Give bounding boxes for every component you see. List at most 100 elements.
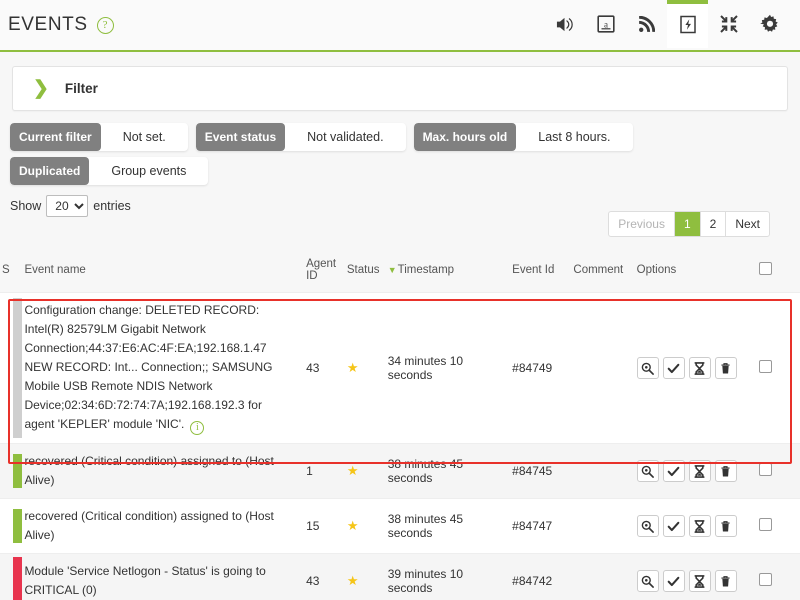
cell-select [757, 553, 800, 600]
cell-agent-id: 15 [304, 498, 345, 554]
cell-severity [0, 553, 23, 600]
magnifier-icon[interactable] [636, 570, 659, 592]
cell-timestamp: 34 minutes 10 seconds [385, 292, 511, 444]
cell-agent-id: 1 [304, 443, 345, 499]
trash-icon[interactable] [714, 570, 737, 592]
severity-bar [13, 298, 22, 438]
pill-key: Current filter [10, 123, 101, 151]
trash-icon[interactable] [714, 515, 737, 537]
pagination-page-1[interactable]: 1 [674, 212, 701, 236]
pagination-page-2[interactable]: 2 [701, 212, 727, 236]
table-row[interactable]: recovered (Critical condition) assigned … [0, 498, 800, 554]
question-circle-icon[interactable]: ? [96, 17, 114, 34]
hourglass-icon[interactable] [688, 460, 711, 482]
hourglass-icon[interactable] [688, 570, 711, 592]
lightning-bolt-icon[interactable] [667, 0, 708, 48]
row-checkbox[interactable] [759, 463, 773, 476]
th-severity[interactable]: S [0, 252, 22, 293]
cell-options [634, 292, 758, 444]
row-checkbox[interactable] [759, 360, 773, 373]
hourglass-icon[interactable] [688, 357, 711, 379]
trash-icon[interactable] [714, 460, 737, 482]
th-timestamp-label: Timestamp [397, 264, 455, 276]
collapse-arrows-icon[interactable] [708, 0, 749, 48]
cell-event-name: Module 'Service Netlogon - Status' is go… [22, 553, 305, 600]
magnifier-icon[interactable] [636, 460, 659, 482]
cell-event-name: recovered (Critical condition) assigned … [22, 498, 305, 554]
star-icon: ★ [346, 360, 359, 375]
check-icon[interactable] [662, 460, 685, 482]
cell-select [757, 292, 800, 444]
cell-timestamp: 38 minutes 45 seconds [385, 443, 511, 499]
header-icon-bar: a [544, 0, 790, 48]
table-header-row: S Event name Agent ID Status ▼Timestamp … [0, 252, 800, 293]
hourglass-icon[interactable] [688, 515, 711, 537]
page-header: EVENTS ? a [0, 0, 800, 52]
th-event-name[interactable]: Event name [22, 252, 304, 293]
row-checkbox[interactable] [759, 573, 773, 586]
severity-bar [13, 509, 22, 543]
th-event-id[interactable]: Event Id [510, 252, 571, 293]
screenshot-icon[interactable]: a [585, 0, 626, 48]
event-name-text: Configuration change: DELETED RECORD: In… [24, 303, 273, 431]
table-row[interactable]: Configuration change: DELETED RECORD: In… [0, 292, 800, 444]
th-comment[interactable]: Comment [571, 252, 634, 293]
th-status[interactable]: Status [345, 252, 386, 293]
cell-severity [0, 443, 23, 499]
select-all-checkbox[interactable] [759, 262, 773, 275]
th-select-all [757, 252, 800, 293]
th-timestamp[interactable]: ▼Timestamp [386, 252, 510, 293]
cell-options [634, 443, 758, 499]
cell-agent-id: 43 [304, 292, 345, 444]
trash-icon[interactable] [714, 357, 737, 379]
cell-event-id: #84745 [510, 443, 572, 499]
pill-value: Group events [111, 164, 187, 178]
cell-event-id: #84742 [510, 553, 572, 600]
cell-comment [571, 553, 635, 600]
events-page: EVENTS ? a ❯ Filter Current filter Not s… [0, 0, 800, 600]
filter-pills: Current filter Not set. Event status Not… [10, 123, 790, 191]
pill-duplicated[interactable]: Duplicated Group events [10, 157, 209, 185]
row-checkbox[interactable] [759, 518, 773, 531]
th-agent-id[interactable]: Agent ID [304, 252, 345, 293]
check-icon[interactable] [662, 357, 685, 379]
cell-timestamp: 39 minutes 10 seconds [385, 553, 511, 600]
entries-select[interactable]: 20 [46, 195, 89, 217]
severity-bar [13, 454, 22, 488]
pill-current-filter[interactable]: Current filter Not set. [10, 123, 188, 151]
pill-event-status[interactable]: Event status Not validated. [195, 123, 406, 151]
gear-settings-icon[interactable] [749, 0, 790, 48]
cell-event-name: recovered (Critical condition) assigned … [22, 443, 305, 499]
table-row[interactable]: Module 'Service Netlogon - Status' is go… [0, 553, 800, 600]
sort-desc-icon: ▼ [387, 265, 397, 275]
pill-value: Last 8 hours. [538, 130, 611, 144]
filter-panel[interactable]: ❯ Filter [12, 66, 788, 111]
entries-label: entries [93, 199, 131, 213]
pill-value: Not validated. [307, 130, 384, 144]
chevron-right-icon[interactable]: ❯ [33, 79, 49, 98]
svg-text:a: a [604, 20, 608, 30]
magnifier-icon[interactable] [636, 515, 659, 537]
cell-select [757, 498, 800, 554]
cell-select [757, 443, 800, 499]
pagination-next[interactable]: Next [726, 212, 769, 236]
table-row[interactable]: recovered (Critical condition) assigned … [0, 443, 800, 499]
events-table: S Event name Agent ID Status ▼Timestamp … [0, 252, 800, 600]
pill-key: Event status [195, 123, 286, 151]
check-icon[interactable] [662, 515, 685, 537]
star-icon: ★ [346, 518, 359, 533]
pill-max-hours-old[interactable]: Max. hours old Last 8 hours. [413, 123, 633, 151]
cell-comment [571, 498, 635, 554]
th-options: Options [636, 264, 677, 276]
cell-severity [0, 498, 23, 554]
cell-comment [571, 292, 635, 444]
check-icon[interactable] [662, 570, 685, 592]
info-circle-icon[interactable]: i [190, 421, 205, 435]
magnifier-icon[interactable] [636, 357, 659, 379]
pagination: Previous 1 2 Next [608, 211, 770, 237]
sound-icon[interactable] [544, 0, 585, 48]
page-title: EVENTS [8, 14, 88, 35]
filter-label: Filter [64, 81, 98, 96]
rss-feed-icon[interactable] [626, 0, 667, 48]
pagination-previous[interactable]: Previous [609, 212, 675, 236]
